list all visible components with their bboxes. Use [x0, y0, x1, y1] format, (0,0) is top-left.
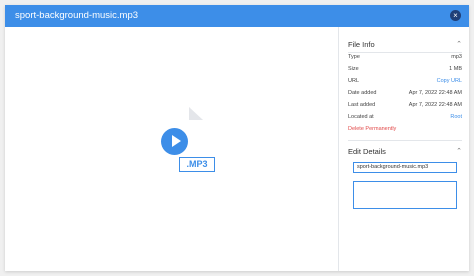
info-row-url: URL Copy URL [348, 78, 462, 88]
details-sidebar: File Info ⌃ Type mp3 Size 1 MB URL Copy … [340, 27, 469, 271]
edit-details-title: Edit Details [348, 147, 386, 156]
close-icon[interactable]: × [450, 10, 461, 21]
info-row-type: Type mp3 [348, 54, 462, 64]
info-label: Date added [348, 90, 377, 96]
info-row-date-added: Date added Apr 7, 2022 22:48 AM [348, 90, 462, 100]
file-info-header[interactable]: File Info ⌃ [348, 40, 463, 50]
info-row-size: Size 1 MB [348, 66, 462, 76]
info-label: URL [348, 78, 360, 84]
info-label: Located at [348, 114, 374, 120]
info-value: 1 MB [449, 66, 462, 72]
location-root-link[interactable]: Root [450, 114, 462, 120]
modal-title: sport-background-music.mp3 [15, 10, 139, 21]
divider [348, 140, 462, 141]
info-label: Size [348, 66, 359, 72]
file-preview-pane: .MP3 [5, 27, 339, 271]
edit-details-header[interactable]: Edit Details ⌃ [348, 147, 463, 157]
info-value: Apr 7, 2022 22:48 AM [408, 102, 462, 108]
info-row-located-at: Located at Root [348, 114, 462, 124]
audio-file-icon: .MP3 [147, 107, 215, 179]
file-extension-badge: .MP3 [179, 157, 215, 172]
play-icon[interactable] [161, 128, 188, 155]
copy-url-link[interactable]: Copy URL [437, 78, 462, 84]
file-info-title: File Info [348, 40, 375, 49]
divider [348, 52, 462, 53]
description-textarea[interactable] [353, 181, 457, 209]
media-details-modal: sport-background-music.mp3 × .MP3 File I… [5, 5, 469, 271]
info-label: Type [348, 54, 360, 60]
info-row-last-added: Last added Apr 7, 2022 22:48 AM [348, 102, 462, 112]
info-value: Apr 7, 2022 22:48 AM [408, 90, 462, 96]
delete-permanently-link[interactable]: Delete Permanently [348, 126, 396, 132]
modal-header: sport-background-music.mp3 × [5, 5, 469, 27]
chevron-up-icon[interactable]: ⌃ [456, 40, 462, 48]
info-value: mp3 [451, 54, 462, 60]
chevron-up-icon[interactable]: ⌃ [456, 147, 462, 155]
file-name-input[interactable]: sport-background-music.mp3 [353, 162, 457, 173]
info-label: Last added [348, 102, 376, 108]
